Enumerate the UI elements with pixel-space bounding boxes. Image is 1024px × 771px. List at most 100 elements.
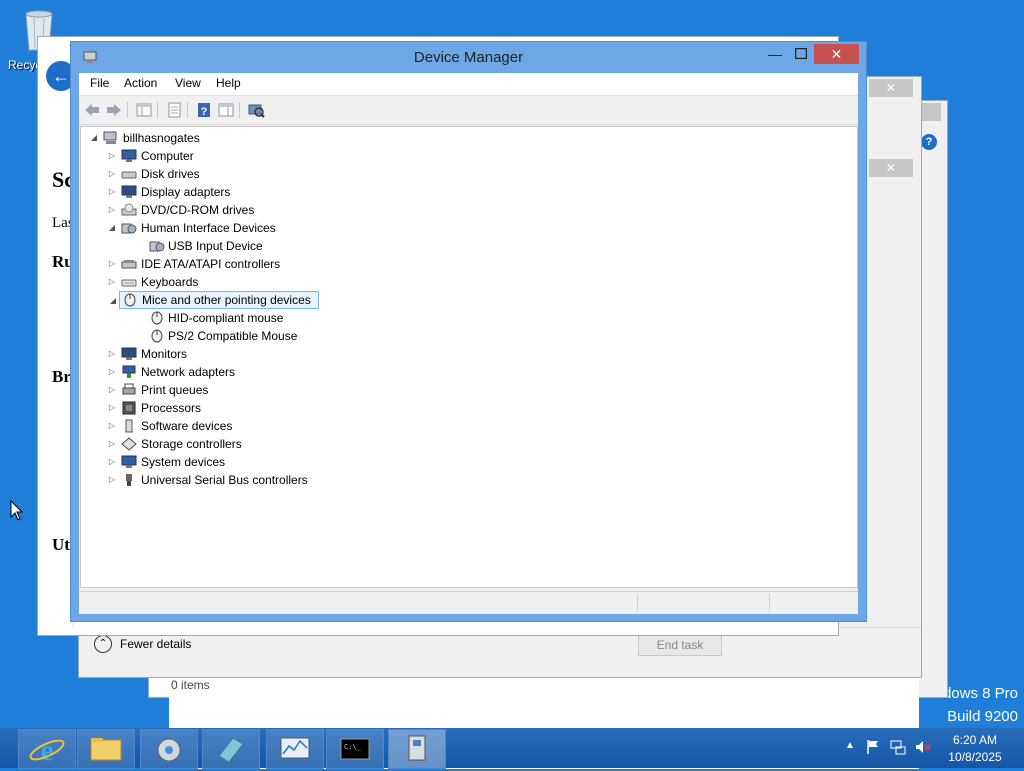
expand-arrow-icon[interactable]: ▷ bbox=[107, 255, 117, 273]
tree-item-label: Computer bbox=[141, 149, 194, 163]
expand-arrow-icon[interactable]: ▷ bbox=[107, 345, 117, 363]
expand-arrow-icon[interactable]: ▷ bbox=[107, 399, 117, 417]
disk-icon bbox=[121, 167, 137, 181]
computer-icon bbox=[103, 131, 119, 145]
tree-item-label: Mice and other pointing devices bbox=[142, 293, 311, 307]
svg-text:e: e bbox=[40, 734, 53, 767]
expand-arrow-icon[interactable]: ▷ bbox=[107, 471, 117, 489]
svg-text:C:\_: C:\_ bbox=[344, 743, 362, 751]
taskbar-device-manager[interactable] bbox=[388, 729, 446, 769]
expand-arrow-icon[interactable]: ▷ bbox=[107, 147, 117, 165]
fewer-details-link[interactable]: Fewer details bbox=[120, 637, 191, 651]
toolbar: ? bbox=[79, 96, 858, 125]
monitor-icon bbox=[121, 347, 137, 361]
network-icon bbox=[121, 365, 137, 379]
collapse-arrow-icon[interactable]: ◢ bbox=[108, 292, 118, 310]
status-bar bbox=[79, 591, 858, 614]
properties-icon[interactable] bbox=[165, 101, 183, 119]
taskbar-file-explorer[interactable] bbox=[77, 729, 135, 769]
computer-icon bbox=[121, 149, 137, 163]
tree-item-label: IDE ATA/ATAPI controllers bbox=[141, 257, 281, 271]
menu-file[interactable]: File bbox=[89, 76, 110, 90]
scan-hardware-icon[interactable] bbox=[247, 101, 265, 119]
software-icon bbox=[121, 419, 137, 433]
end-task-button[interactable]: End task bbox=[638, 634, 722, 656]
windows-build-watermark: Build 9200 bbox=[947, 708, 1018, 725]
network-icon[interactable] bbox=[890, 739, 906, 758]
processor-icon bbox=[121, 401, 137, 415]
taskbar-internet-explorer[interactable]: e bbox=[18, 729, 76, 769]
expand-arrow-icon[interactable]: ▷ bbox=[107, 165, 117, 183]
back-icon[interactable] bbox=[83, 101, 101, 119]
tree-item-label: Print queues bbox=[141, 383, 209, 397]
tree-item-label: DVD/CD-ROM drives bbox=[141, 203, 255, 217]
tree-root[interactable]: ◢ billhasnogates bbox=[89, 129, 289, 147]
maximize-button[interactable] bbox=[789, 44, 813, 64]
taskbar-resource-monitor[interactable] bbox=[266, 729, 324, 769]
tree-item-label: Keyboards bbox=[141, 275, 199, 289]
show-hide-console-tree-icon[interactable] bbox=[135, 101, 153, 119]
items-count: 0 items bbox=[171, 678, 210, 692]
mouse-icon bbox=[149, 329, 165, 343]
section-heading-4: Ut bbox=[52, 535, 70, 554]
expand-arrow-icon[interactable]: ▷ bbox=[107, 201, 117, 219]
volume-muted-icon[interactable] bbox=[914, 739, 932, 758]
help-icon[interactable]: ? bbox=[921, 134, 937, 150]
title-bar[interactable]: Device Manager — ✕ bbox=[71, 42, 866, 72]
close-button[interactable]: ✕ bbox=[814, 44, 859, 64]
tree-item-label: Storage controllers bbox=[141, 437, 242, 451]
expand-arrow-icon[interactable]: ▷ bbox=[107, 273, 117, 291]
tree-category-item[interactable]: ◢ Mice and other pointing devices bbox=[110, 291, 319, 309]
section-heading-3: Br bbox=[52, 367, 71, 386]
forward-icon[interactable] bbox=[105, 101, 123, 119]
dvd-icon bbox=[121, 203, 137, 217]
storage-icon bbox=[121, 437, 137, 451]
help-icon[interactable]: ? bbox=[195, 101, 213, 119]
task-manager-close-button[interactable]: ✕ bbox=[869, 79, 913, 97]
expand-arrow-icon[interactable]: ▷ bbox=[107, 453, 117, 471]
tree-item-label: Universal Serial Bus controllers bbox=[141, 473, 308, 487]
tree-item-label: Monitors bbox=[141, 347, 188, 361]
taskbar-command-prompt[interactable]: C:\_ bbox=[326, 729, 384, 769]
clock-time[interactable]: 6:20 AM bbox=[942, 733, 1008, 747]
menu-view[interactable]: View bbox=[174, 76, 202, 90]
menu-help[interactable]: Help bbox=[215, 76, 242, 90]
collapse-arrow-icon[interactable]: ◢ bbox=[89, 129, 99, 147]
taskbar: e C:\_ ▲ 6:20 AM 10/8/2025 bbox=[0, 728, 1024, 769]
expand-arrow-icon[interactable]: ▷ bbox=[107, 363, 117, 381]
clock-date[interactable]: 10/8/2025 bbox=[942, 750, 1008, 764]
expand-arrow-icon[interactable]: ▷ bbox=[107, 417, 117, 435]
expand-arrow-icon[interactable]: ▷ bbox=[107, 381, 117, 399]
collapse-arrow-icon[interactable]: ◢ bbox=[107, 219, 117, 237]
hid-icon bbox=[149, 239, 165, 253]
device-manager-window[interactable]: Device Manager — ✕ File Action View Help bbox=[70, 41, 867, 622]
device-manager-client: File Action View Help ? ◢ billhasnogates… bbox=[79, 73, 858, 614]
keyboard-icon bbox=[121, 275, 137, 289]
tree-root-label: billhasnogates bbox=[123, 131, 200, 145]
action-pane-icon[interactable] bbox=[217, 101, 235, 119]
tree-item-label: USB Input Device bbox=[168, 239, 263, 253]
tree-item-label: PS/2 Compatible Mouse bbox=[168, 329, 298, 343]
tree-item-label: Human Interface Devices bbox=[141, 221, 276, 235]
minimize-button[interactable]: — bbox=[763, 44, 787, 64]
expand-arrow-icon[interactable]: ▷ bbox=[107, 183, 117, 201]
expand-arrow-icon[interactable]: ▷ bbox=[107, 435, 117, 453]
show-hidden-icons[interactable]: ▲ bbox=[845, 740, 855, 751]
chevron-up-icon[interactable]: ⌃ bbox=[94, 635, 112, 653]
mouse-cursor-icon bbox=[10, 499, 24, 525]
action-center-flag-icon[interactable] bbox=[866, 739, 880, 758]
tab-close-button[interactable]: ✕ bbox=[869, 159, 913, 177]
tree-item-label: Processors bbox=[141, 401, 202, 415]
hid-icon bbox=[121, 221, 137, 235]
tree-item-label: Display adapters bbox=[141, 185, 231, 199]
device-tree[interactable]: ◢ billhasnogates ▷ Computer ▷ Disk drives ▷ D… bbox=[80, 126, 858, 588]
window-title: Device Manager bbox=[413, 49, 524, 66]
taskbar-application[interactable] bbox=[202, 729, 260, 769]
menu-bar: File Action View Help bbox=[79, 73, 858, 96]
taskbar-control-panel[interactable] bbox=[140, 729, 198, 769]
menu-action[interactable]: Action bbox=[123, 76, 158, 90]
printer-icon bbox=[121, 383, 137, 397]
svg-text:?: ? bbox=[201, 106, 208, 118]
display-icon bbox=[121, 185, 137, 199]
mouse-icon bbox=[122, 293, 138, 307]
